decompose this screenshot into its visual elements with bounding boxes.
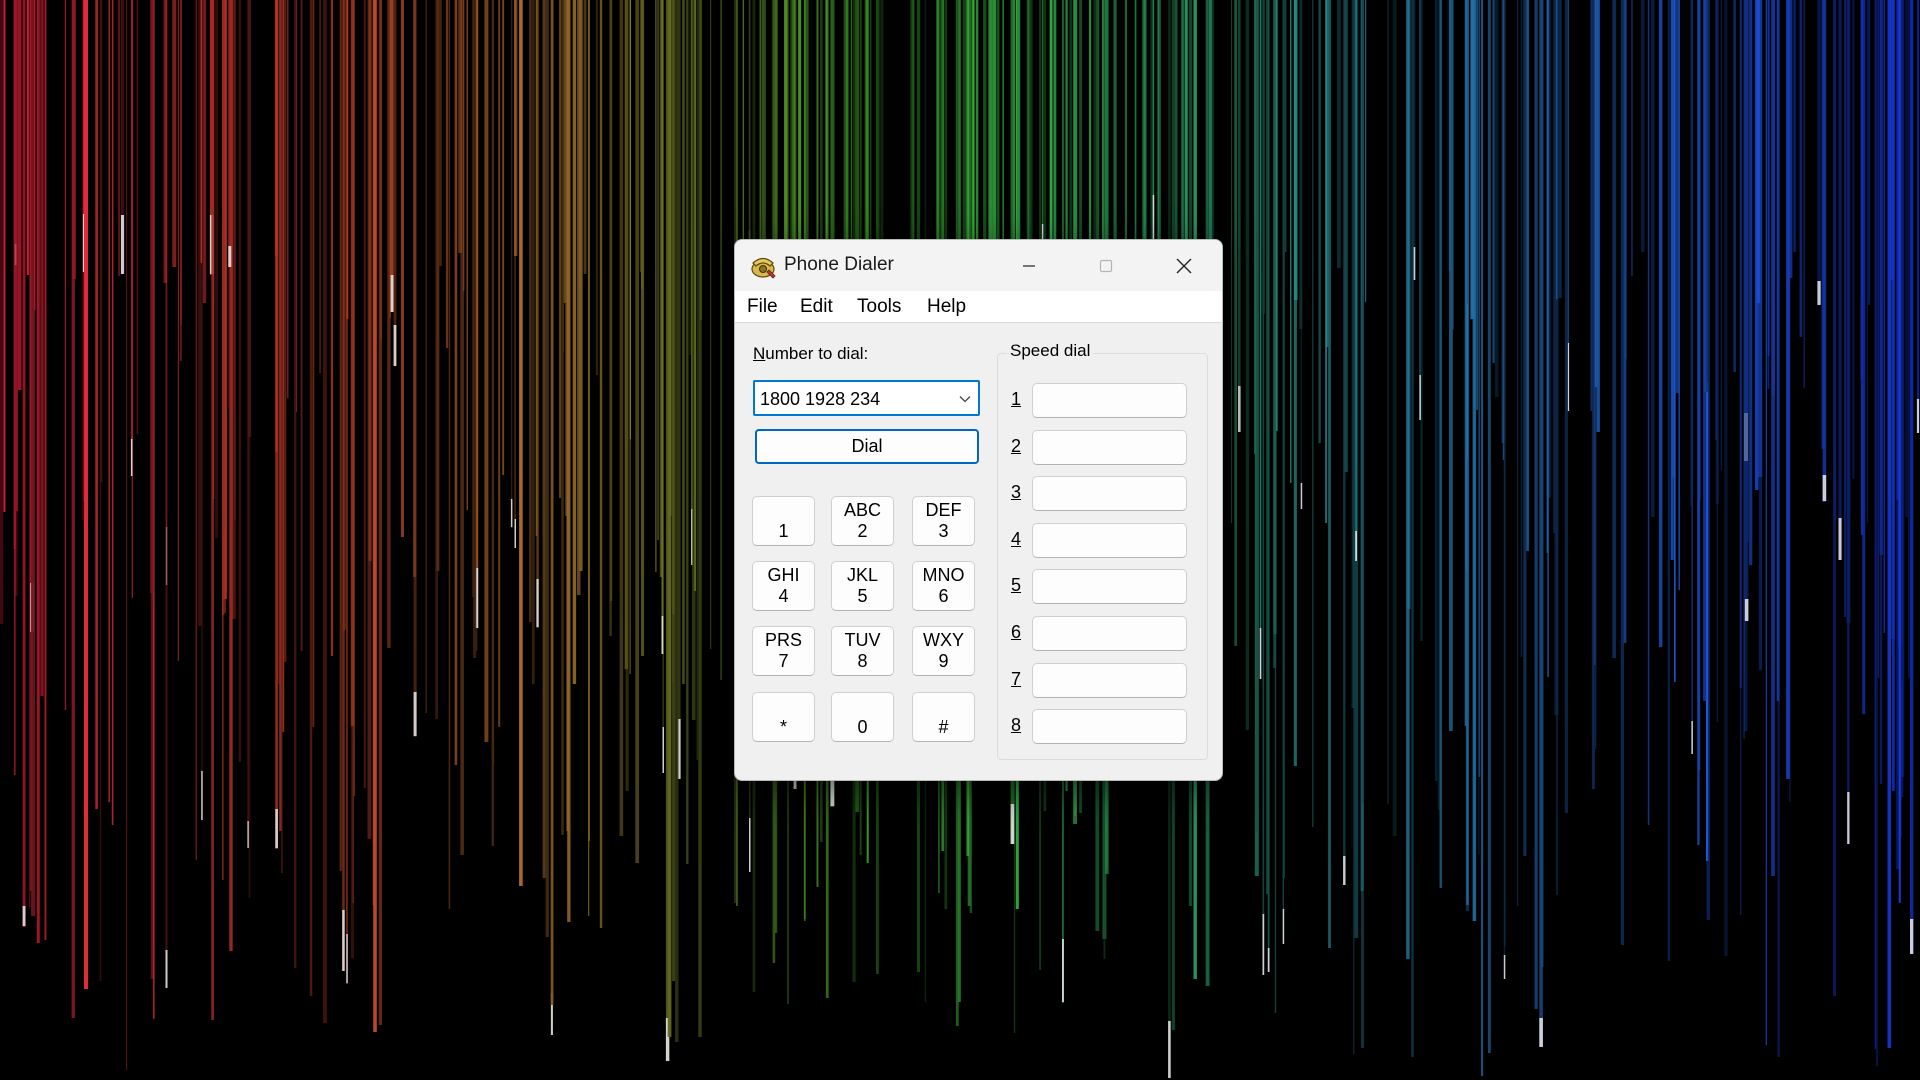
keypad-key-7[interactable]: PRS 7 (752, 626, 815, 676)
chevron-down-icon[interactable] (958, 392, 972, 406)
number-to-dial-label: Number to dial: (753, 344, 869, 363)
keypad-key-8[interactable]: TUV 8 (831, 626, 894, 676)
close-icon (1176, 258, 1192, 273)
speed-dial-button-2[interactable] (1032, 429, 1187, 465)
minimize-button[interactable] (991, 240, 1067, 291)
keypad-key-digit: 2 (857, 521, 868, 541)
keypad-key-letters: ABC (843, 500, 881, 520)
keypad-key-letters: GHI (767, 565, 800, 585)
keypad-key-4[interactable]: GHI 4 (752, 561, 815, 611)
keypad-key-2[interactable]: ABC 2 (831, 496, 894, 546)
menu-tools[interactable]: Tools (857, 296, 901, 318)
keypad-key-digit: 6 (938, 586, 949, 606)
maximize-button[interactable] (1068, 240, 1144, 291)
keypad-key-letters: DEF (925, 500, 962, 520)
keypad-key-star[interactable]: * (752, 692, 815, 742)
keypad-key-digit: 9 (938, 651, 949, 671)
speed-dial-number-7: 7 (1011, 668, 1022, 689)
keypad-key-hash[interactable]: # (912, 692, 975, 742)
keypad-key-digit: 1 (778, 521, 789, 541)
speed-dial-button-4[interactable] (1032, 522, 1187, 558)
speed-dial-number-1: 1 (1011, 389, 1022, 409)
menu-bar: File Edit Tools Help (735, 291, 1222, 323)
title-bar[interactable]: Phone Dialer (735, 240, 1222, 291)
menu-edit[interactable]: Edit (800, 296, 833, 318)
keypad-key-3[interactable]: DEF 3 (912, 496, 975, 546)
window-title: Phone Dialer (784, 254, 894, 275)
speed-dial-number-6: 6 (1011, 622, 1022, 642)
speed-dial-button-8[interactable] (1032, 709, 1187, 745)
keypad-key-digit: 3 (938, 521, 949, 541)
keypad-key-digit: * (779, 717, 787, 737)
keypad-key-digit: 7 (778, 651, 789, 671)
speed-dial-number-8: 8 (1011, 715, 1022, 736)
maximize-icon (1099, 259, 1113, 272)
number-to-dial-combobox[interactable]: 1800 1928 234 (753, 380, 980, 416)
keypad-key-1[interactable]: 1 (752, 496, 815, 546)
close-button[interactable] (1146, 240, 1222, 291)
keypad-key-letters: PRS (764, 630, 802, 650)
speed-dial-button-7[interactable] (1032, 662, 1187, 698)
keypad-key-0[interactable]: 0 (831, 692, 894, 742)
keypad-key-letters: JKL (846, 565, 879, 585)
keypad-key-letters: MNO (922, 565, 965, 585)
minimize-icon (1023, 264, 1035, 267)
speed-dial-button-6[interactable] (1032, 616, 1187, 651)
speed-dial-number-4: 4 (1011, 528, 1022, 549)
speed-dial-title: Speed dial (1007, 341, 1094, 361)
speed-dial-button-1[interactable] (1032, 383, 1187, 418)
keypad-key-digit: # (938, 717, 949, 737)
keypad-key-9[interactable]: WXY 9 (912, 626, 975, 676)
speed-dial-number-5: 5 (1011, 575, 1022, 596)
number-to-dial-value[interactable]: 1800 1928 234 (760, 389, 880, 410)
keypad-key-5[interactable]: JKL 5 (831, 561, 894, 611)
speed-dial-number-3: 3 (1011, 482, 1022, 503)
menu-help[interactable]: Help (927, 296, 966, 318)
speed-dial-button-3[interactable] (1032, 476, 1187, 512)
speed-dial-number-2: 2 (1011, 435, 1022, 456)
phone-dialer-window: Phone Dialer File Edit Tools Help Number… (734, 239, 1223, 781)
keypad-key-digit: 8 (857, 651, 868, 671)
keypad-key-letters: TUV (844, 630, 881, 650)
dial-button[interactable]: Dial (755, 429, 979, 464)
keypad-key-letters: WXY (922, 630, 964, 650)
menu-file[interactable]: File (747, 296, 778, 318)
keypad-key-digit: 4 (778, 586, 789, 606)
keypad-key-digit: 0 (857, 717, 868, 737)
telephone-icon (751, 257, 776, 279)
keypad-key-digit: 5 (857, 586, 868, 606)
keypad-key-6[interactable]: MNO 6 (912, 561, 975, 611)
speed-dial-button-5[interactable] (1032, 569, 1187, 605)
